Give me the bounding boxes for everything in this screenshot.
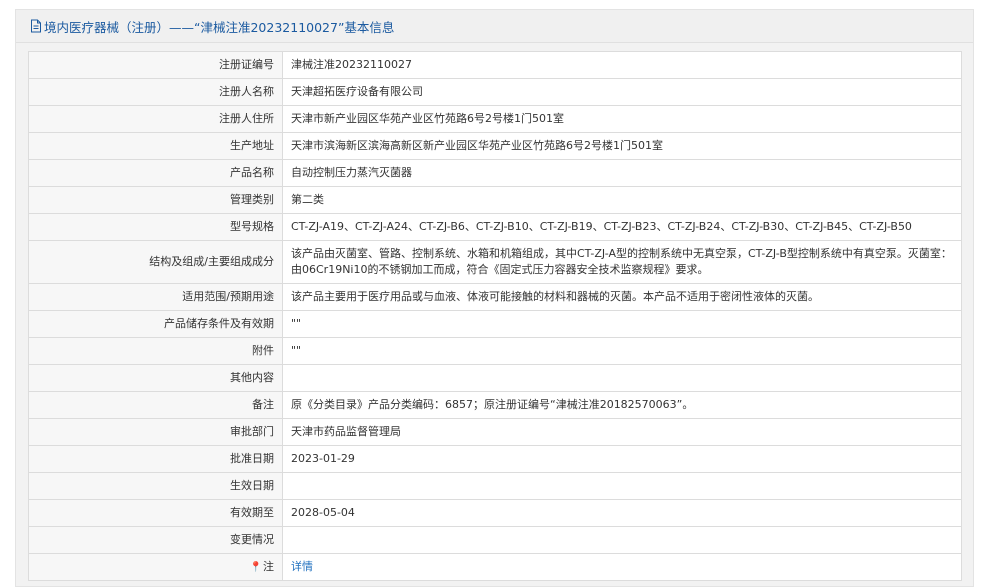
field-label: 变更情况 <box>28 526 283 554</box>
document-icon <box>30 19 42 33</box>
table-row: 注册人名称 天津超拓医疗设备有限公司 <box>28 78 962 106</box>
field-label: 产品储存条件及有效期 <box>28 310 283 338</box>
page-title: 境内医疗器械（注册）——“津械注准20232110027”基本信息 <box>44 19 395 35</box>
table-row: 产品名称 自动控制压力蒸汽灭菌器 <box>28 159 962 187</box>
field-label: 产品名称 <box>28 159 283 187</box>
field-value: 天津市新产业园区华苑产业区竹苑路6号2号楼1门501室 <box>282 105 962 133</box>
field-value: 第二类 <box>282 186 962 214</box>
table-row: 批准日期 2023-01-29 <box>28 445 962 473</box>
field-label: 审批部门 <box>28 418 283 446</box>
panel-header: 境内医疗器械（注册）——“津械注准20232110027”基本信息 <box>16 10 973 43</box>
field-label: 结构及组成/主要组成成分 <box>28 240 283 284</box>
table-row: 其他内容 <box>28 364 962 392</box>
note-value-cell: 详情 <box>282 553 962 581</box>
table-row: 管理类别 第二类 <box>28 186 962 214</box>
field-label: 附件 <box>28 337 283 365</box>
table-row: 审批部门 天津市药品监督管理局 <box>28 418 962 446</box>
field-value <box>282 472 962 500</box>
table-row: 生产地址 天津市滨海新区滨海高新区新产业园区华苑产业区竹苑路6号2号楼1门501… <box>28 132 962 160</box>
field-value: "" <box>282 337 962 365</box>
field-value: 2023-01-29 <box>282 445 962 473</box>
field-value: 天津市药品监督管理局 <box>282 418 962 446</box>
field-value: "" <box>282 310 962 338</box>
field-label: 管理类别 <box>28 186 283 214</box>
field-value: 该产品由灭菌室、管路、控制系统、水箱和机箱组成，其中CT-ZJ-A型的控制系统中… <box>282 240 962 284</box>
field-value: 天津超拓医疗设备有限公司 <box>282 78 962 106</box>
field-label: 型号规格 <box>28 213 283 241</box>
field-label: 有效期至 <box>28 499 283 527</box>
table-row: 注册证编号 津械注准20232110027 <box>28 51 962 79</box>
info-panel: 境内医疗器械（注册）——“津械注准20232110027”基本信息 注册证编号 … <box>15 9 974 587</box>
field-value: 自动控制压力蒸汽灭菌器 <box>282 159 962 187</box>
table-row: 附件 "" <box>28 337 962 365</box>
details-link[interactable]: 详情 <box>291 560 313 573</box>
field-value: 原《分类目录》产品分类编码：6857；原注册证编号“津械注准2018257006… <box>282 391 962 419</box>
table-row: 变更情况 <box>28 526 962 554</box>
field-label: 备注 <box>28 391 283 419</box>
note-label: 注 <box>263 559 274 573</box>
field-value: 天津市滨海新区滨海高新区新产业园区华苑产业区竹苑路6号2号楼1门501室 <box>282 132 962 160</box>
field-label: 生效日期 <box>28 472 283 500</box>
field-value: 2028-05-04 <box>282 499 962 527</box>
field-value <box>282 364 962 392</box>
table-row: 生效日期 <box>28 472 962 500</box>
field-value: 津械注准20232110027 <box>282 51 962 79</box>
table-row: 备注 原《分类目录》产品分类编码：6857；原注册证编号“津械注准2018257… <box>28 391 962 419</box>
field-value: CT-ZJ-A19、CT-ZJ-A24、CT-ZJ-B6、CT-ZJ-B10、C… <box>282 213 962 241</box>
field-label: 适用范围/预期用途 <box>28 283 283 311</box>
table-row: 📍注 详情 <box>28 553 962 581</box>
table-row: 型号规格 CT-ZJ-A19、CT-ZJ-A24、CT-ZJ-B6、CT-ZJ-… <box>28 213 962 241</box>
table-row: 产品储存条件及有效期 "" <box>28 310 962 338</box>
field-label: 批准日期 <box>28 445 283 473</box>
info-table: 注册证编号 津械注准20232110027 注册人名称 天津超拓医疗设备有限公司… <box>28 51 962 581</box>
field-label: 生产地址 <box>28 132 283 160</box>
field-value <box>282 526 962 554</box>
field-label: 其他内容 <box>28 364 283 392</box>
field-label: 注册人名称 <box>28 78 283 106</box>
field-label: 注册人住所 <box>28 105 283 133</box>
map-pin-icon: 📍 <box>249 561 262 573</box>
table-row: 注册人住所 天津市新产业园区华苑产业区竹苑路6号2号楼1门501室 <box>28 105 962 133</box>
field-label: 注册证编号 <box>28 51 283 79</box>
table-row: 适用范围/预期用途 该产品主要用于医疗用品或与血液、体液可能接触的材料和器械的灭… <box>28 283 962 311</box>
note-label-cell: 📍注 <box>28 553 283 581</box>
table-row: 有效期至 2028-05-04 <box>28 499 962 527</box>
table-row: 结构及组成/主要组成成分 该产品由灭菌室、管路、控制系统、水箱和机箱组成，其中C… <box>28 240 962 284</box>
field-value: 该产品主要用于医疗用品或与血液、体液可能接触的材料和器械的灭菌。本产品不适用于密… <box>282 283 962 311</box>
